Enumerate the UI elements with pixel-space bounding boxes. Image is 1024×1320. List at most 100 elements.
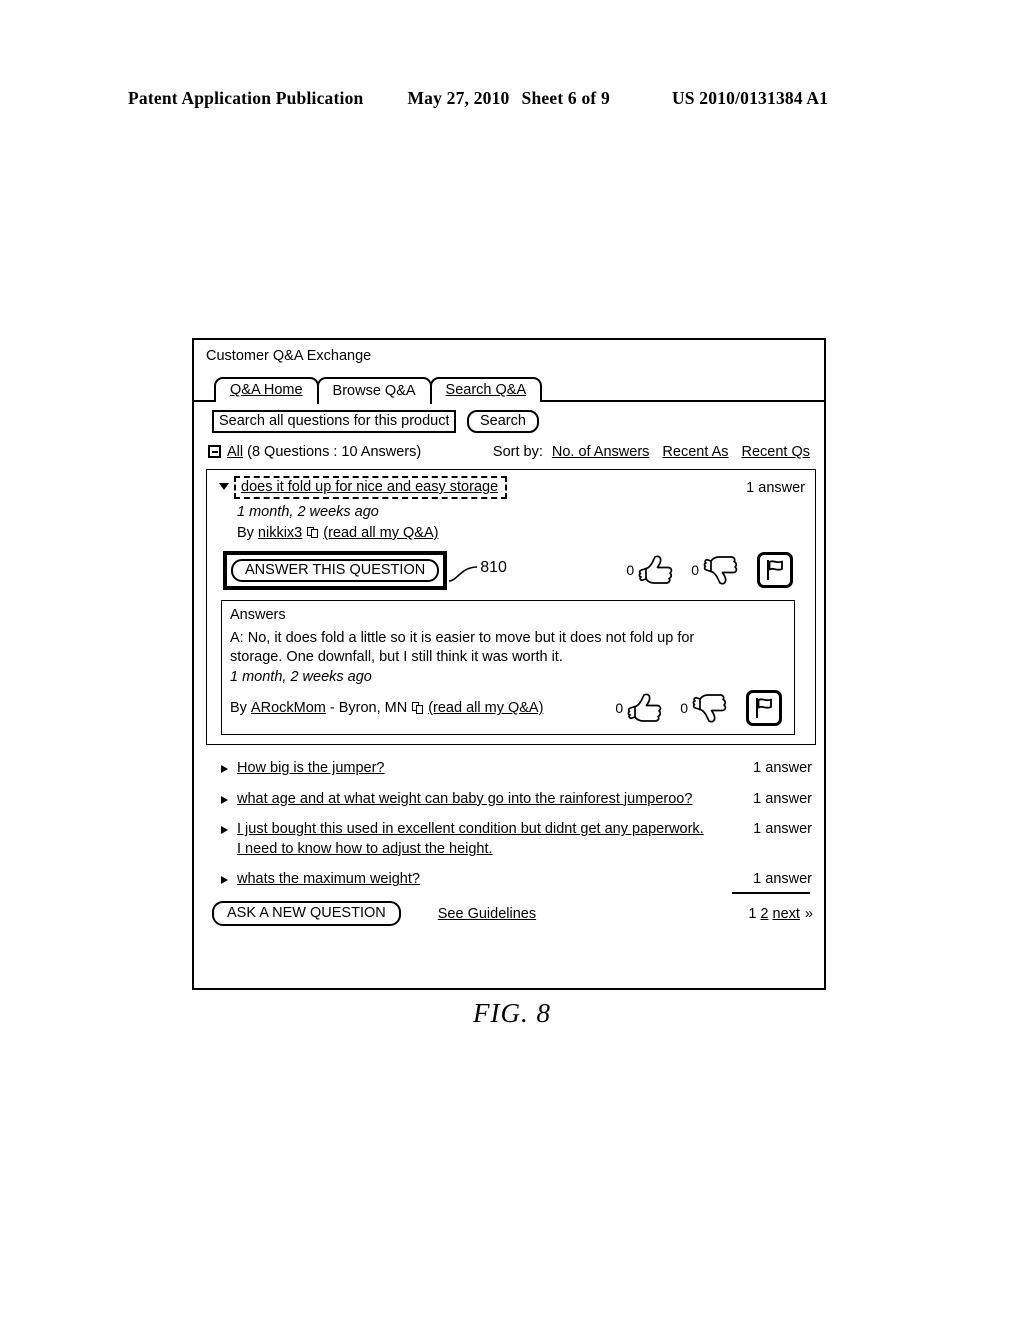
question-focus-box[interactable]: does it fold up for nice and easy storag…	[234, 475, 508, 499]
callout-810-label: 810	[480, 559, 507, 577]
question-list: How big is the jumper? 1 answer what age…	[212, 759, 812, 890]
tab-search-qa-label: Search Q&A	[445, 382, 527, 399]
answer-this-question-button[interactable]: ANSWER THIS QUESTION	[231, 558, 440, 582]
answer-thumbs-up-control[interactable]: 0	[615, 691, 664, 725]
question-author-link[interactable]: nikkix3	[258, 525, 302, 541]
summary-all-label[interactable]: All	[227, 444, 243, 460]
answer-thumbs-down-control[interactable]: 0	[680, 691, 729, 725]
question-thumbs-up-count: 0	[626, 562, 635, 579]
pagination-page-1: 1	[748, 905, 757, 922]
qa-exchange-panel: Customer Q&A Exchange Q&A Home Browse Q&…	[192, 338, 826, 990]
answer-thumbs-up-count: 0	[615, 700, 624, 717]
flag-icon	[767, 560, 783, 581]
question-answer-count: 1 answer	[753, 821, 812, 838]
question-thumbs-down-control[interactable]: 0	[691, 553, 740, 587]
expanded-question-byline: By nikkix3 (read all my Q&A)	[237, 525, 807, 541]
pagination-rule	[732, 892, 810, 894]
answers-box: Answers A: No, it does fold a little so …	[221, 599, 795, 736]
answer-byline: By ARockMom - Byron, MN (read all my Q&A…	[230, 700, 543, 716]
tab-qa-home-label: Q&A Home	[230, 382, 303, 399]
list-item[interactable]: what age and at what weight can baby go …	[212, 790, 812, 810]
triangle-right-icon[interactable]	[221, 826, 228, 835]
ask-a-new-question-label: ASK A NEW QUESTION	[227, 905, 386, 921]
search-input[interactable]	[212, 409, 456, 433]
question-link[interactable]: whats the maximum weight?	[237, 870, 420, 890]
list-item[interactable]: I just bought this used in excellent con…	[212, 820, 812, 859]
search-button[interactable]: Search	[467, 409, 539, 433]
patent-publication-number: US 2010/0131384 A1	[671, 88, 829, 108]
tab-bar: Q&A Home Browse Q&A Search Q&A	[194, 376, 824, 404]
search-row: Search	[212, 409, 824, 433]
answer-thumbs-down-count: 0	[680, 700, 688, 717]
list-item[interactable]: whats the maximum weight? 1 answer	[212, 870, 812, 890]
sort-by-label: Sort by:	[492, 443, 543, 460]
answer-read-all-link[interactable]: (read all my Q&A)	[428, 700, 543, 716]
question-vote-controls: 0 0	[610, 552, 793, 589]
patent-publication-label: Patent Application Publication	[128, 88, 364, 108]
question-link[interactable]: what age and at what weight can baby go …	[237, 790, 692, 810]
question-thumbs-down-count: 0	[691, 562, 699, 579]
byline-prefix: By	[237, 524, 254, 541]
triangle-right-icon[interactable]	[221, 765, 228, 774]
expanded-question-block: does it fold up for nice and easy storag…	[206, 468, 816, 746]
question-answer-count: 1 answer	[753, 790, 812, 807]
question-flag-button[interactable]	[757, 552, 793, 589]
answers-title: Answers	[230, 606, 286, 623]
thumbs-down-icon	[692, 694, 727, 723]
triangle-down-icon[interactable]	[219, 482, 229, 490]
callout-810: 810	[447, 551, 525, 589]
answer-vote-controls: 0 0	[599, 690, 782, 727]
question-thumbs-up-control[interactable]: 0	[626, 553, 675, 587]
pages-icon	[307, 526, 318, 539]
patent-date: May 27, 2010	[407, 88, 510, 108]
question-read-all-link[interactable]: (read all my Q&A)	[323, 525, 438, 541]
pages-icon	[412, 702, 423, 714]
tab-qa-home[interactable]: Q&A Home	[214, 376, 319, 402]
answer-footer-row: By ARockMom - Byron, MN (read all my Q&A…	[230, 690, 786, 727]
double-chevron-right-icon[interactable]: »	[805, 906, 813, 922]
answer-body-text: A: No, it does fold a little so it is ea…	[230, 629, 695, 666]
pagination: 1 2 next »	[732, 892, 813, 922]
question-link[interactable]: I just bought this used in excellent con…	[237, 820, 707, 859]
sort-option-no-of-answers[interactable]: No. of Answers	[552, 444, 650, 460]
answer-flag-button[interactable]	[746, 690, 782, 727]
answer-button-highlight-frame: ANSWER THIS QUESTION	[223, 550, 448, 590]
ask-a-new-question-button[interactable]: ASK A NEW QUESTION	[212, 901, 401, 926]
patent-header: Patent Application Publication May 27, 2…	[128, 88, 896, 109]
search-button-label: Search	[480, 412, 526, 429]
patent-sheet-number: Sheet 6 of 9	[521, 88, 610, 108]
expanded-question-text[interactable]: does it fold up for nice and easy storag…	[241, 479, 498, 495]
sort-option-recent-qs[interactable]: Recent Qs	[742, 444, 811, 460]
minus-box-icon[interactable]	[208, 445, 221, 459]
flag-icon	[756, 698, 772, 719]
tab-browse-qa-label: Browse Q&A	[332, 383, 416, 400]
panel-title: Customer Q&A Exchange	[206, 348, 372, 364]
answer-author-link[interactable]: ARockMom	[251, 700, 326, 716]
question-link[interactable]: How big is the jumper?	[237, 759, 385, 779]
thumbs-up-icon	[627, 693, 662, 723]
question-action-row: ANSWER THIS QUESTION 810 0 0	[223, 550, 807, 590]
pagination-next-link[interactable]: next	[773, 906, 800, 922]
summary-sort-row: All (8 Questions : 10 Answers) Sort by: …	[208, 444, 810, 460]
question-answer-count: 1 answer	[753, 760, 812, 777]
pagination-page-2[interactable]: 2	[760, 906, 768, 922]
triangle-right-icon[interactable]	[221, 876, 228, 885]
tab-search-qa[interactable]: Search Q&A	[429, 376, 543, 402]
panel-footer: ASK A NEW QUESTION See Guidelines 1 2 ne…	[212, 892, 813, 926]
question-answer-count: 1 answer	[753, 871, 812, 888]
figure-caption: FIG. 8	[473, 998, 551, 1028]
expanded-question-timestamp: 1 month, 2 weeks ago	[237, 503, 379, 520]
expanded-question-answer-count: 1 answer	[746, 479, 805, 496]
see-guidelines-link[interactable]: See Guidelines	[438, 906, 536, 922]
thumbs-up-icon	[638, 555, 673, 585]
answer-this-question-label: ANSWER THIS QUESTION	[245, 561, 426, 578]
list-item[interactable]: How big is the jumper? 1 answer	[212, 759, 812, 779]
answer-author-location: - Byron, MN	[329, 700, 408, 717]
thumbs-down-icon	[703, 556, 738, 585]
answer-timestamp: 1 month, 2 weeks ago	[230, 669, 372, 686]
expanded-question-header: does it fold up for nice and easy storag…	[215, 475, 807, 499]
sort-option-recent-as[interactable]: Recent As	[662, 444, 728, 460]
tab-browse-qa[interactable]: Browse Q&A	[316, 376, 432, 404]
triangle-right-icon[interactable]	[221, 795, 228, 804]
summary-counts: (8 Questions : 10 Answers)	[247, 443, 422, 460]
